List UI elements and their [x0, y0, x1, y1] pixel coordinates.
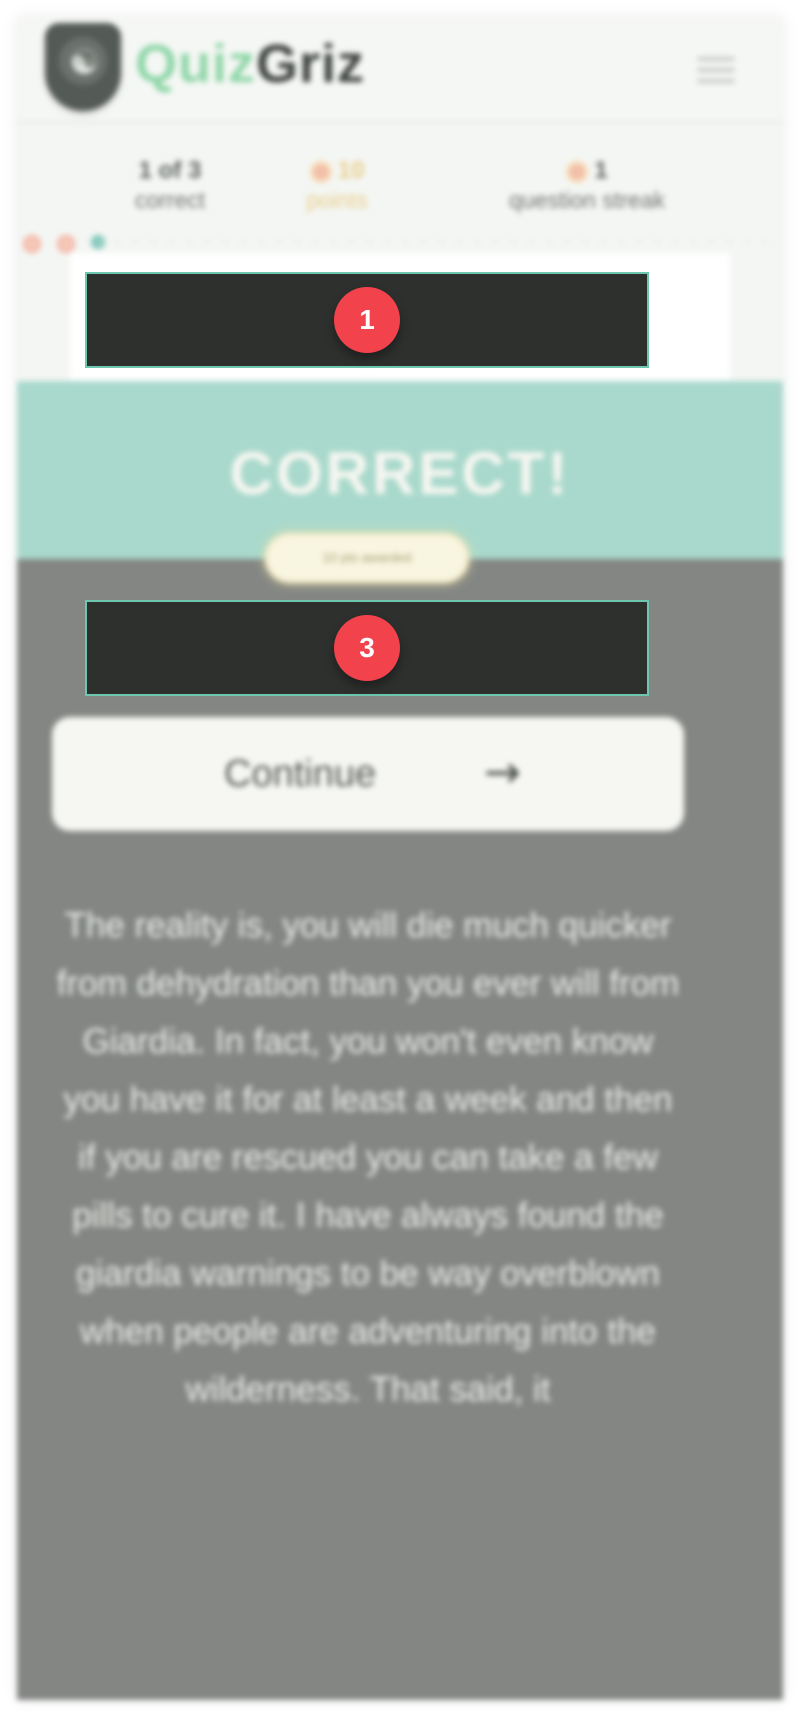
- annotation-marker-3: 3: [334, 615, 400, 681]
- stat-correct: 1 of 3 correct: [85, 157, 255, 214]
- streak-row: 1: [457, 157, 717, 185]
- correct-count: 1 of 3: [138, 157, 202, 184]
- coin-icon: [309, 160, 332, 183]
- streak-label: question streak: [509, 187, 665, 213]
- header-divider: [17, 121, 783, 123]
- app-frame: ☯ QuizGriz 1 of 3 correct 10 points 1 qu…: [17, 17, 783, 1700]
- answer-explanation: The reality is, you will die much quicke…: [56, 906, 680, 1409]
- stat-points: 10 points: [262, 157, 412, 214]
- logo-text-quiz: Quiz: [135, 34, 256, 94]
- streak-icon: [566, 160, 589, 183]
- question-progress: [17, 231, 783, 253]
- streak-value: 1: [594, 157, 608, 184]
- menu-bar: [697, 68, 735, 72]
- hamburger-menu-icon[interactable]: [697, 55, 735, 87]
- progress-track: [97, 241, 767, 243]
- stat-streak: 1 question streak: [457, 157, 717, 214]
- continue-button[interactable]: Continue →: [52, 717, 684, 831]
- annotation-marker-1: 1: [334, 287, 400, 353]
- points-row: 10: [262, 157, 412, 185]
- arrow-right-icon: →: [484, 747, 521, 798]
- progress-dot-correct: [23, 235, 41, 253]
- points-awarded-badge: 10 pts awarded: [265, 533, 469, 583]
- logo-text-griz: Griz: [256, 34, 366, 94]
- logo-glyph: ☯: [69, 43, 100, 83]
- logo-wordmark[interactable]: QuizGriz: [135, 33, 365, 95]
- continue-label: Continue: [224, 753, 377, 795]
- points-value: 10: [337, 157, 365, 184]
- app-header: ☯ QuizGriz: [17, 17, 783, 123]
- progress-dot-correct: [57, 235, 75, 253]
- correct-label: correct: [134, 187, 206, 213]
- logo-shield-icon: ☯: [45, 23, 121, 111]
- menu-bar: [697, 57, 735, 61]
- points-label: points: [306, 187, 368, 213]
- menu-bar: [697, 79, 735, 83]
- result-title: CORRECT!: [229, 440, 571, 507]
